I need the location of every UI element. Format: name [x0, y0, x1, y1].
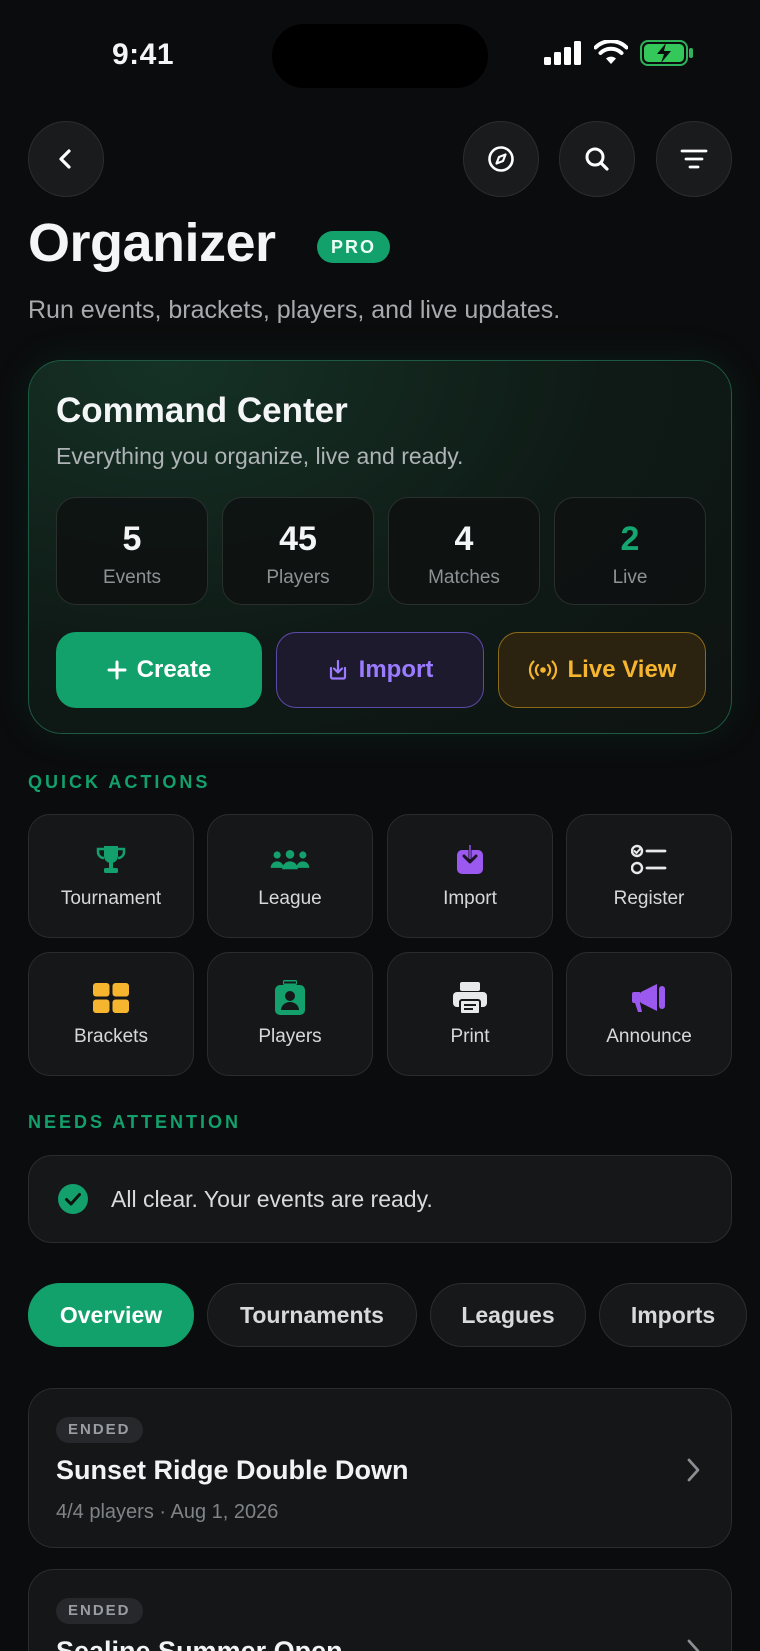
explore-button[interactable]	[463, 121, 539, 197]
people-icon	[270, 842, 310, 878]
event-card[interactable]: ENDED Sunset Ridge Double Down 4/4 playe…	[28, 1388, 732, 1548]
quick-action-label: League	[258, 888, 322, 909]
tab-tournaments[interactable]: Tournaments	[207, 1283, 417, 1347]
import-tray-icon	[329, 659, 346, 680]
import-icon	[450, 842, 490, 878]
check-circle-icon	[58, 1184, 88, 1214]
cellular-signal-icon	[544, 41, 581, 65]
event-name: Sunset Ridge Double Down	[56, 1455, 409, 1485]
quick-action-announce[interactable]: Announce	[566, 952, 732, 1076]
quick-actions-heading: QUICK ACTIONS	[28, 772, 211, 792]
filter-lines-icon	[680, 149, 708, 169]
quick-action-register[interactable]: Register	[566, 814, 732, 938]
tab-overview[interactable]: Overview	[28, 1283, 194, 1347]
quick-action-label: Import	[443, 888, 497, 909]
page-title: Organizer	[28, 213, 276, 273]
import-button-label: Import	[358, 656, 434, 683]
chevron-right-icon	[687, 1458, 700, 1482]
command-center-title: Command Center	[56, 391, 348, 430]
id-badge-icon	[270, 980, 310, 1016]
quick-action-label: Players	[258, 1026, 322, 1047]
status-time: 9:41	[112, 38, 175, 71]
broadcast-icon	[528, 660, 557, 680]
quick-action-label: Register	[613, 888, 685, 909]
quick-action-brackets[interactable]: Brackets	[28, 952, 194, 1076]
attention-message: All clear. Your events are ready.	[111, 1185, 433, 1212]
printer-icon	[450, 980, 490, 1016]
chevron-left-icon	[59, 149, 71, 169]
quick-action-print[interactable]: Print	[387, 952, 553, 1076]
stat-events[interactable]: 5 Events	[56, 497, 208, 605]
attention-banner: All clear. Your events are ready.	[28, 1155, 732, 1243]
status-bar: 9:41	[0, 0, 760, 110]
quick-action-label: Announce	[606, 1026, 692, 1047]
grid-icon	[91, 980, 131, 1016]
search-button[interactable]	[559, 121, 635, 197]
event-card[interactable]: ENDED Sealine Summer Open	[28, 1569, 732, 1651]
needs-attention-heading: NEEDS ATTENTION	[28, 1112, 242, 1132]
battery-charging-icon	[640, 40, 693, 66]
quick-action-players[interactable]: Players	[207, 952, 373, 1076]
pro-badge: PRO	[317, 231, 391, 263]
tab-leagues[interactable]: Leagues	[430, 1283, 586, 1347]
event-meta: 4/4 players · Aug 1, 2026	[56, 1501, 279, 1523]
stat-value: 5	[122, 520, 142, 558]
event-name: Sealine Summer Open	[56, 1636, 343, 1651]
search-icon	[585, 147, 609, 171]
back-button[interactable]	[28, 121, 104, 197]
live-view-button[interactable]: Live View	[498, 632, 706, 708]
command-center-card: Command Center Everything you organize, …	[28, 360, 732, 734]
stat-value: 4	[454, 520, 474, 558]
stat-value: 2	[620, 520, 640, 558]
quick-action-label: Brackets	[74, 1026, 148, 1047]
megaphone-icon	[629, 980, 669, 1016]
import-button[interactable]: Import	[276, 632, 484, 708]
page-subtitle: Run events, brackets, players, and live …	[28, 296, 561, 324]
compass-icon	[488, 146, 514, 172]
stat-players[interactable]: 45 Players	[222, 497, 374, 605]
quick-action-tournament[interactable]: Tournament	[28, 814, 194, 938]
plus-icon	[107, 660, 127, 680]
chevron-right-icon	[687, 1639, 700, 1651]
trophy-icon	[91, 842, 131, 878]
create-button-label: Create	[136, 656, 212, 683]
quick-action-league[interactable]: League	[207, 814, 373, 938]
quick-action-import[interactable]: Import	[387, 814, 553, 938]
command-center-subtitle: Everything you organize, live and ready.	[56, 443, 464, 469]
status-icons	[544, 40, 694, 66]
stat-value: 45	[279, 520, 317, 558]
event-status-badge: ENDED	[56, 1598, 143, 1624]
quick-action-label: Print	[450, 1026, 490, 1047]
filter-button[interactable]	[656, 121, 732, 197]
quick-action-label: Tournament	[60, 888, 162, 909]
create-button[interactable]: Create	[56, 632, 262, 708]
dynamic-island	[272, 24, 488, 88]
tab-imports[interactable]: Imports	[599, 1283, 747, 1347]
live-view-button-label: Live View	[567, 656, 677, 683]
event-status-badge: ENDED	[56, 1417, 143, 1443]
stat-matches[interactable]: 4 Matches	[388, 497, 540, 605]
stat-label: Live	[612, 567, 648, 588]
stat-label: Matches	[428, 567, 500, 588]
checklist-icon	[629, 842, 669, 878]
stat-label: Events	[102, 567, 162, 588]
stat-label: Players	[266, 567, 330, 588]
stat-live[interactable]: 2 Live	[554, 497, 706, 605]
wifi-icon	[594, 40, 628, 64]
